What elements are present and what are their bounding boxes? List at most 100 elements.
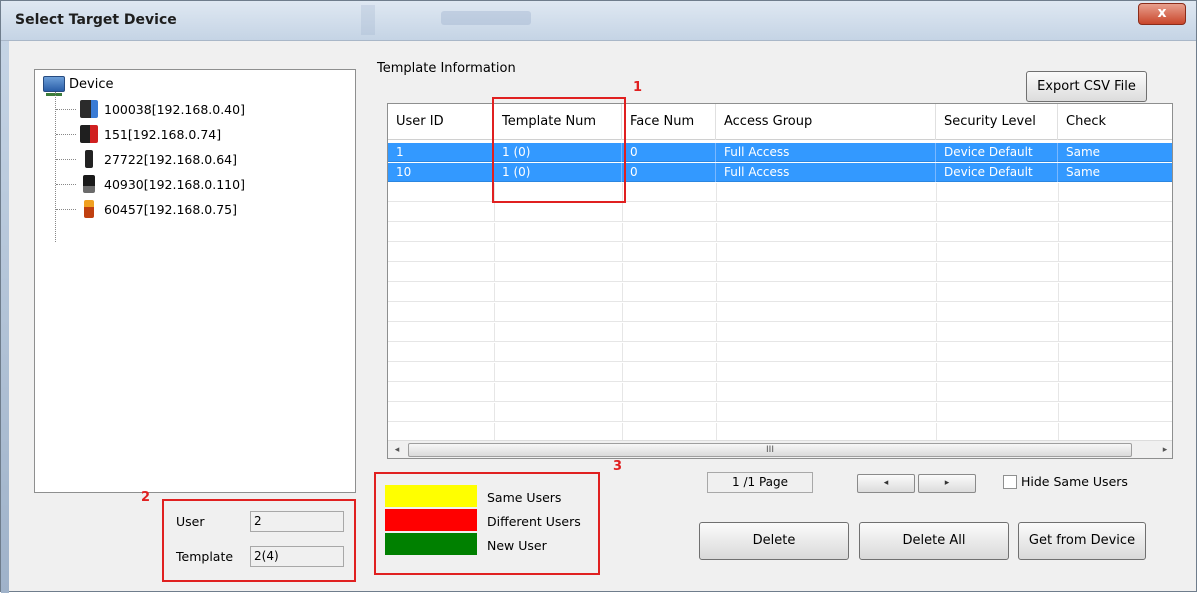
page-indicator: 1 /1 Page [707,472,813,493]
column-divider [936,303,937,322]
annotation-number-1: 1 [633,80,643,95]
export-csv-button[interactable]: Export CSV File [1026,71,1147,102]
column-divider [1058,243,1059,262]
tree-connector [56,133,76,135]
column-divider [622,323,623,342]
tree-item-device-3[interactable]: 27722[192.168.0.64] [56,150,237,168]
column-divider [622,243,623,262]
column-divider [936,263,937,282]
column-divider [1058,363,1059,382]
column-divider [494,263,495,282]
column-divider [622,383,623,402]
column-divider [1058,263,1059,282]
column-divider [936,383,937,402]
column-divider [716,403,717,422]
column-divider [1058,343,1059,362]
device-terminal-icon [80,125,98,143]
empty-table-row [388,383,1172,402]
device-terminal-icon [84,200,94,218]
window-title: Select Target Device [15,12,177,28]
horizontal-scrollbar[interactable]: ◂ III ▸ [388,440,1172,458]
device-terminal-icon [85,150,93,168]
prev-page-button[interactable]: ◂ [857,474,915,493]
column-header-face-num[interactable]: Face Num [622,104,716,140]
tree-item-device-2[interactable]: 151[192.168.0.74] [56,125,221,143]
background-window-edge [1,41,9,593]
network-icon [43,76,65,96]
column-divider [622,403,623,422]
background-window-title-ghost [441,11,531,25]
column-divider [622,303,623,322]
column-divider [716,283,717,302]
scroll-left-icon[interactable]: ◂ [388,441,406,458]
cell-user-id: 1 [388,143,494,162]
user-count-field: 2 [250,511,344,532]
tree-item-label: 60457[192.168.0.75] [104,201,238,217]
cell-security-level: Device Default [936,143,1058,162]
tree-connector [56,208,76,210]
empty-table-row [388,283,1172,302]
template-information-label: Template Information [377,61,516,76]
column-divider [936,363,937,382]
hide-same-users-checkbox[interactable] [1003,475,1017,489]
column-divider [716,223,717,242]
next-page-button[interactable]: ▸ [918,474,976,493]
tree-item-device-4[interactable]: 40930[192.168.0.110] [56,175,245,193]
column-divider [936,343,937,362]
legend-swatch-new-user [385,533,477,555]
scroll-right-icon[interactable]: ▸ [1156,441,1172,458]
column-divider [494,203,495,222]
column-divider [622,203,623,222]
column-divider [1058,323,1059,342]
column-header-user-id[interactable]: User ID [388,104,494,140]
legend-label-different-users: Different Users [487,514,581,529]
empty-table-row [388,363,1172,382]
cell-access-group: Full Access [716,163,936,182]
annotation-number-2: 2 [141,490,151,505]
column-divider [936,323,937,342]
get-from-device-button[interactable]: Get from Device [1018,522,1146,560]
column-divider [494,303,495,322]
empty-table-row [388,303,1172,322]
column-divider [936,243,937,262]
hide-same-users-label[interactable]: Hide Same Users [1021,474,1128,489]
column-divider [494,223,495,242]
column-header-security-level[interactable]: Security Level [936,104,1058,140]
cell-access-group: Full Access [716,143,936,162]
column-divider [494,243,495,262]
device-tree[interactable]: Device 100038[192.168.0.40] 151[192.168.… [34,69,356,493]
column-divider [622,223,623,242]
cell-security-level: Device Default [936,163,1058,182]
tree-item-device-5[interactable]: 60457[192.168.0.75] [56,200,237,218]
column-header-access-group[interactable]: Access Group [716,104,936,140]
delete-all-button[interactable]: Delete All [859,522,1009,560]
tree-connector [56,158,76,160]
tree-item-label: 40930[192.168.0.110] [104,176,245,192]
empty-table-row [388,263,1172,282]
empty-table-row [388,323,1172,342]
column-divider [494,363,495,382]
scroll-grip-icon: III [766,445,774,455]
column-divider [622,263,623,282]
column-divider [622,283,623,302]
scroll-thumb[interactable]: III [408,443,1132,457]
column-divider [936,203,937,222]
template-count-field: 2(4) [250,546,344,567]
tree-item-device-1[interactable]: 100038[192.168.0.40] [56,100,245,118]
chevron-right-icon: ▸ [944,478,950,488]
legend-swatch-different-users [385,509,477,531]
column-header-check[interactable]: Check [1058,104,1172,140]
legend-label-same-users: Same Users [487,490,562,505]
background-window-ghost [361,5,375,35]
empty-table-row [388,203,1172,222]
tree-root-device[interactable]: Device [43,76,113,96]
delete-button[interactable]: Delete [699,522,849,560]
close-button[interactable]: x [1138,3,1186,25]
column-divider [936,223,937,242]
column-divider [936,183,937,202]
tree-connector [56,108,76,110]
select-target-device-window: Select Target Device x Device 100038[192… [0,0,1197,593]
empty-table-row [388,343,1172,362]
close-icon: x [1157,5,1167,21]
column-divider [494,343,495,362]
